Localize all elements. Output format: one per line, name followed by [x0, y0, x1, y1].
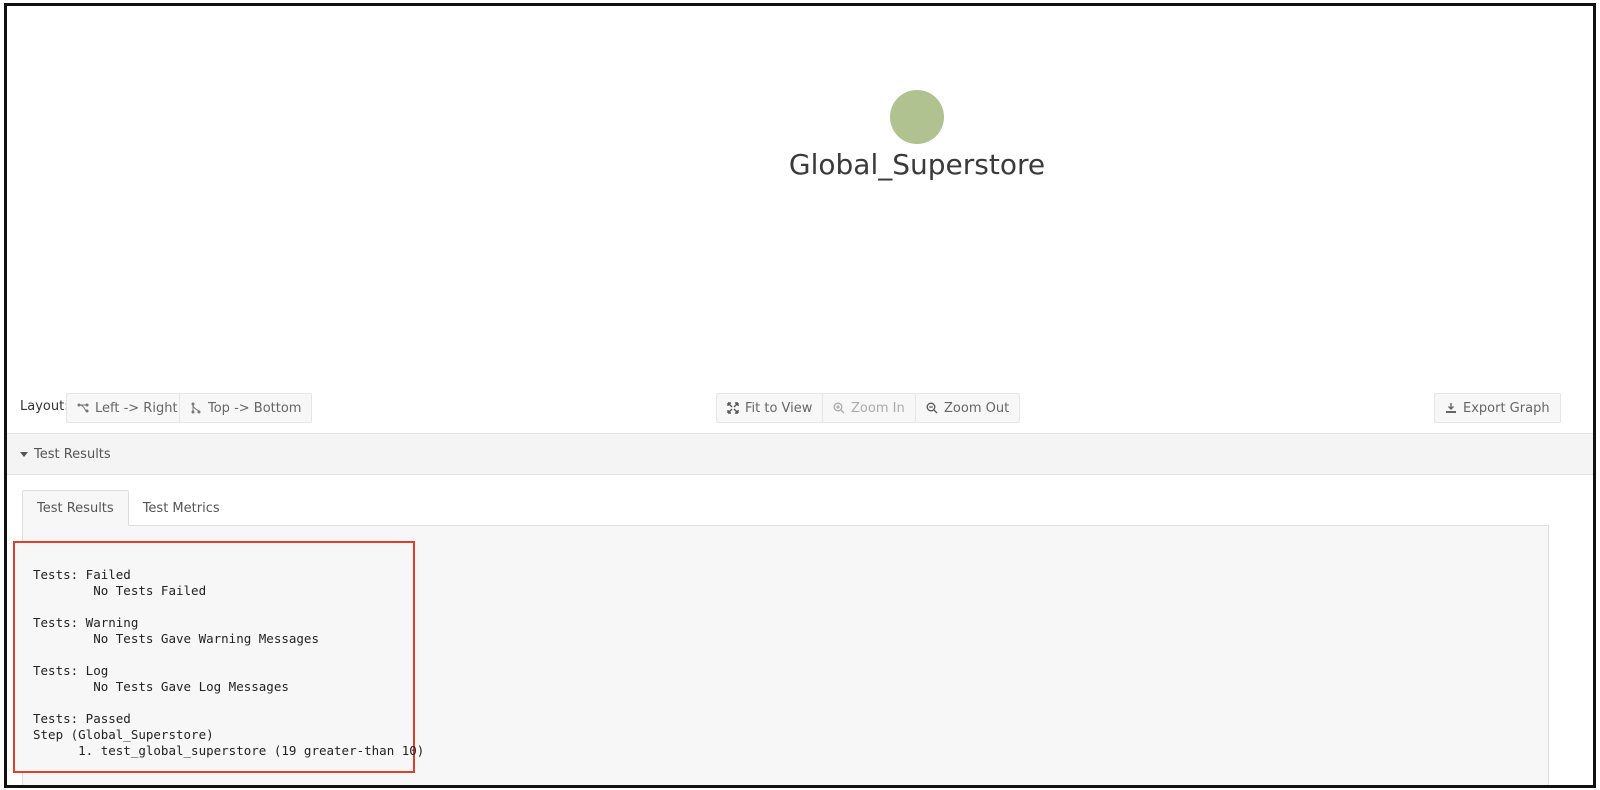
zoom-in-icon [833, 402, 845, 414]
test-results-accordion[interactable]: Test Results [7, 433, 1593, 475]
layout-left-right-button[interactable]: Left -> Right [66, 393, 189, 423]
test-results-output: Tests: Failed No Tests Failed Tests: War… [13, 541, 424, 773]
layout-vertical-icon [191, 402, 201, 414]
layout-top-bottom-label: Top -> Bottom [208, 400, 302, 416]
results-tabs: Test Results Test Metrics [22, 490, 234, 526]
app-window: Global_Superstore Layout: Left -> Right … [4, 3, 1596, 788]
zoom-out-icon [926, 402, 938, 414]
caret-down-icon [20, 451, 28, 457]
warning-heading: Tests: Warning [33, 615, 139, 630]
passed-heading: Tests: Passed [33, 711, 131, 726]
zoom-in-button[interactable]: Zoom In [822, 393, 916, 423]
warning-message: No Tests Gave Warning Messages [33, 631, 319, 646]
zoom-in-label: Zoom In [851, 400, 905, 416]
zoom-out-button[interactable]: Zoom Out [915, 393, 1021, 423]
zoom-out-label: Zoom Out [944, 400, 1010, 416]
layout-left-right-label: Left -> Right [95, 400, 178, 416]
passed-item: 1. test_global_superstore (19 greater-th… [33, 743, 425, 758]
results-text: Tests: Failed No Tests Failed Tests: War… [33, 567, 424, 759]
export-graph-label: Export Graph [1463, 400, 1550, 416]
layout-top-bottom-button[interactable]: Top -> Bottom [179, 393, 313, 423]
graph-toolbar: Layout: Left -> Right Top -> Bottom Fit … [7, 391, 1593, 433]
graph-canvas[interactable]: Global_Superstore [7, 6, 1593, 391]
export-graph-button[interactable]: Export Graph [1434, 393, 1561, 423]
graph-node[interactable] [890, 90, 944, 144]
failed-heading: Tests: Failed [33, 567, 131, 582]
fit-to-view-label: Fit to View [745, 400, 813, 416]
layout-horizontal-icon [77, 403, 89, 413]
step-line: Step (Global_Superstore) [33, 727, 214, 742]
expand-icon [727, 402, 739, 414]
graph-node-label: Global_Superstore [788, 148, 1046, 181]
accordion-title: Test Results [34, 446, 111, 462]
layout-label: Layout: [20, 399, 69, 414]
failed-message: No Tests Failed [33, 583, 207, 598]
tab-test-metrics[interactable]: Test Metrics [129, 490, 234, 526]
log-message: No Tests Gave Log Messages [33, 679, 289, 694]
fit-to-view-button[interactable]: Fit to View [716, 393, 824, 423]
log-heading: Tests: Log [33, 663, 109, 678]
tab-test-results[interactable]: Test Results [22, 490, 129, 526]
download-icon [1446, 403, 1456, 413]
